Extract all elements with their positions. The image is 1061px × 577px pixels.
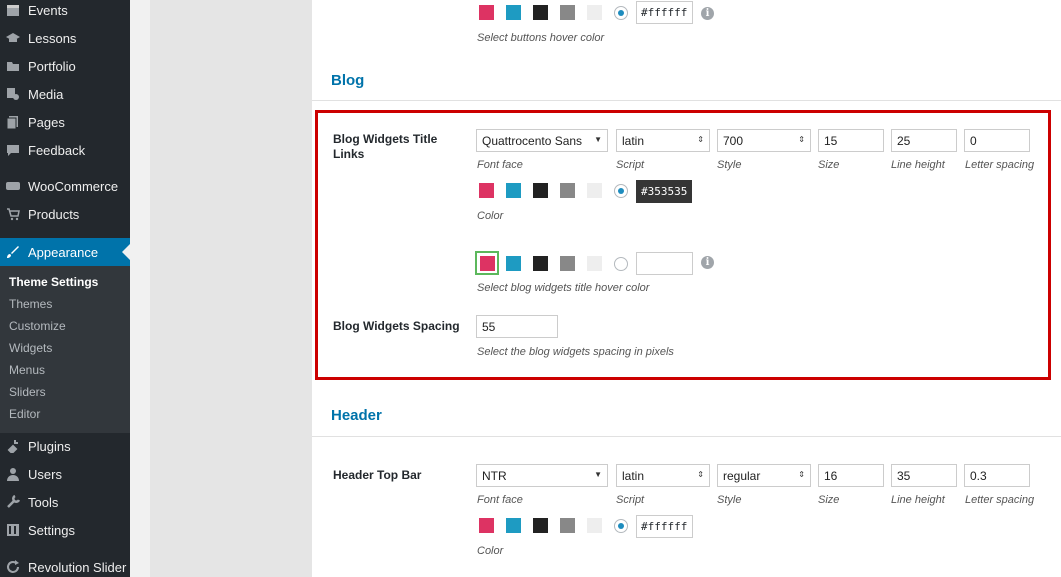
color-swatch-light[interactable] [587, 5, 602, 20]
sidebar-item-tools[interactable]: Tools [0, 488, 130, 516]
sidebar-item-label: Events [28, 2, 68, 18]
sidebar-item-label: Appearance [28, 244, 99, 260]
color-swatch-pink[interactable] [479, 5, 494, 20]
appearance-submenu: Theme Settings Themes Customize Widgets … [0, 266, 130, 433]
sidebar-item-lessons[interactable]: Lessons [0, 24, 130, 52]
sidebar-item-woocommerce[interactable]: WooCommerce [0, 172, 130, 200]
color-swatch-light[interactable] [587, 518, 602, 533]
submenu-customize[interactable]: Customize [9, 319, 66, 333]
submenu-widgets[interactable]: Widgets [9, 341, 52, 355]
calendar-icon [6, 3, 20, 17]
sidebar-item-label: Tools [28, 494, 59, 510]
sidebar-item-label: Feedback [28, 142, 86, 158]
paintbrush-icon [6, 245, 20, 259]
select-value: regular [723, 468, 761, 483]
submenu-themes[interactable]: Themes [9, 297, 52, 311]
font-face-select[interactable]: NTR ▼ [476, 464, 608, 487]
plugin-icon [6, 439, 20, 453]
sidebar-item-label: Portfolio [28, 58, 76, 74]
sidebar-item-settings[interactable]: Settings [0, 516, 130, 544]
sidebar-item-products[interactable]: Products [0, 200, 130, 228]
refresh-icon [6, 560, 20, 574]
color-swatch-black[interactable] [533, 5, 548, 20]
wrench-icon [6, 495, 20, 509]
script-label: Script [616, 494, 645, 506]
settings-icon [6, 523, 20, 537]
color-swatch-black[interactable] [533, 518, 548, 533]
submenu-sliders[interactable]: Sliders [9, 385, 46, 399]
submenu-menus[interactable]: Menus [9, 363, 45, 377]
sidebar-item-events[interactable]: Events [0, 0, 130, 24]
media-icon [6, 87, 20, 101]
select-value: NTR [482, 468, 507, 483]
woocommerce-icon [6, 179, 20, 193]
line-height-label: Line height [891, 494, 945, 506]
color-swatch-gray[interactable] [560, 5, 575, 20]
custom-color-radio[interactable] [614, 519, 628, 533]
sidebar-item-label: Products [28, 206, 80, 222]
chevron-down-icon: ▼ [594, 470, 602, 479]
sidebar-item-portfolio[interactable]: Portfolio [0, 52, 130, 80]
color-swatch-gray[interactable] [560, 518, 575, 533]
style-select[interactable]: regular ⇕ [717, 464, 811, 487]
sidebar-item-label: Pages [28, 114, 65, 130]
comment-icon [6, 143, 20, 157]
settings-nav-column [150, 0, 312, 577]
updown-arrows-icon: ⇕ [697, 470, 704, 479]
folder-icon [6, 59, 20, 73]
sidebar-item-label: Lessons [28, 30, 77, 46]
sidebar-item-label: Settings [28, 522, 75, 538]
field-description: Select buttons hover color [477, 32, 605, 44]
letter-spacing-label: Letter spacing [965, 494, 1035, 506]
content-gutter [130, 0, 150, 577]
section-title-blog: Blog [331, 72, 365, 89]
pages-icon [6, 115, 20, 129]
cart-icon [6, 207, 20, 221]
sidebar-item-label: Plugins [28, 438, 71, 454]
divider [312, 436, 1061, 437]
sidebar-item-users[interactable]: Users [0, 460, 130, 488]
size-label: Size [818, 494, 840, 506]
sidebar-item-label: WooCommerce [28, 178, 119, 194]
info-icon[interactable]: i [701, 7, 714, 20]
admin-sidebar: Events Lessons Portfolio Media Pages Fee… [0, 0, 130, 577]
sidebar-item-revolution-slider[interactable]: Revolution Slider [0, 553, 130, 577]
sidebar-item-plugins[interactable]: Plugins [0, 432, 130, 460]
color-swatch-blue[interactable] [506, 5, 521, 20]
sidebar-item-label: Users [28, 466, 62, 482]
sidebar-item-appearance[interactable]: Appearance [0, 238, 130, 266]
script-select[interactable]: latin ⇕ [616, 464, 710, 487]
sidebar-item-label: Media [28, 86, 64, 102]
style-label: Style [717, 494, 742, 506]
sidebar-item-label: Revolution Slider [28, 559, 127, 575]
submenu-editor[interactable]: Editor [9, 407, 40, 421]
graduation-cap-icon [6, 31, 20, 45]
updown-arrows-icon: ⇕ [798, 470, 805, 479]
divider [312, 100, 1061, 101]
field-label-header-top-bar: Header Top Bar [333, 468, 422, 482]
hex-color-input[interactable]: #ffffff [636, 515, 693, 538]
sidebar-item-pages[interactable]: Pages [0, 108, 130, 136]
sidebar-item-media[interactable]: Media [0, 80, 130, 108]
highlight-box [315, 110, 1051, 380]
section-title-header: Header [331, 407, 382, 424]
color-swatch-blue[interactable] [506, 518, 521, 533]
font-face-label: Font face [477, 494, 523, 506]
hex-color-input[interactable]: #ffffff [636, 1, 693, 24]
letter-spacing-input[interactable]: 0.3 [964, 464, 1030, 487]
select-value: latin [622, 468, 645, 483]
color-label: Color [477, 545, 504, 557]
submenu-theme-settings[interactable]: Theme Settings [9, 275, 98, 289]
color-swatch-pink[interactable] [479, 518, 494, 533]
user-icon [6, 467, 20, 481]
sidebar-item-feedback[interactable]: Feedback [0, 136, 130, 164]
custom-color-radio[interactable] [614, 6, 628, 20]
font-size-input[interactable]: 16 [818, 464, 884, 487]
line-height-input[interactable]: 35 [891, 464, 957, 487]
